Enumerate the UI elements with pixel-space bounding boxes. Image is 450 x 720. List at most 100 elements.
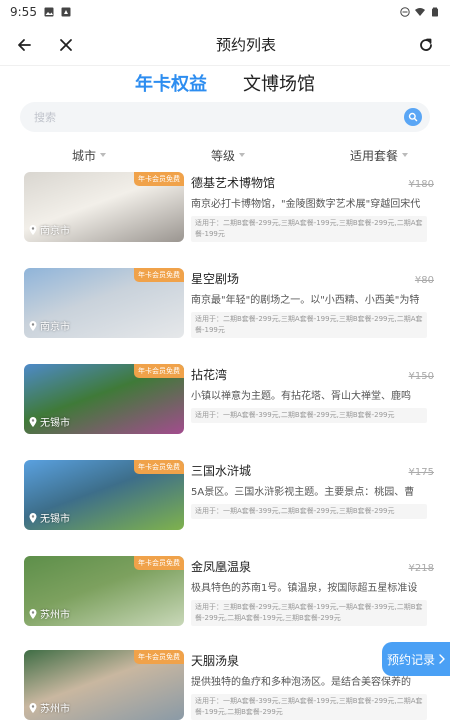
app-notification-icon bbox=[61, 7, 71, 17]
venue-image: 年卡会员免费 南京市 bbox=[24, 172, 184, 242]
list-item[interactable]: 年卡会员免费 苏州市 天胭汤泉 提供独特的鱼疗和多种泡汤区。是结合美容保养的 适… bbox=[24, 650, 434, 720]
original-price: ¥218 bbox=[408, 563, 434, 574]
location-pin-icon bbox=[29, 512, 37, 523]
member-free-badge: 年卡会员免费 bbox=[134, 460, 184, 474]
venue-description: 南京必打卡博物馆，"金陵图数字艺术展"穿越回宋代 bbox=[191, 199, 421, 210]
search-input[interactable]: 搜索 bbox=[20, 102, 430, 132]
venue-image: 年卡会员免费 南京市 bbox=[24, 268, 184, 338]
venue-image: 年卡会员免费 无锡市 bbox=[24, 460, 184, 530]
location-pin-icon bbox=[29, 320, 37, 331]
filter-city[interactable]: 城市 bbox=[72, 147, 107, 164]
venue-info: 金凤凰温泉 ¥218 极具特色的苏南1号。镇温泉，按国际超五星标准设 适用于：三… bbox=[191, 558, 434, 626]
venue-name: 拈花湾 bbox=[191, 368, 228, 382]
name-row: 金凤凰温泉 ¥218 bbox=[191, 558, 434, 575]
close-icon bbox=[60, 38, 72, 51]
list-item[interactable]: 年卡会员免费 南京市 星空剧场 ¥80 南京最"年轻"的剧场之一。以"小西精、小… bbox=[24, 268, 434, 338]
member-free-badge: 年卡会员免费 bbox=[134, 556, 184, 570]
wifi-icon bbox=[415, 8, 425, 16]
search-icon bbox=[408, 112, 418, 122]
applicable-packages: 适用于：一期A套餐-399元,二期B套餐-299元,三期B套餐-299元 bbox=[191, 504, 427, 519]
status-bar: 9:55 bbox=[0, 0, 450, 24]
applicable-packages: 适用于：二期B套餐-299元,三期A套餐-199元,三期B套餐-299元,二期A… bbox=[191, 216, 427, 242]
original-price: ¥175 bbox=[408, 467, 434, 478]
member-free-badge: 年卡会员免费 bbox=[134, 268, 184, 282]
page-title: 预约列表 bbox=[215, 36, 276, 54]
name-row: 三国水浒城 ¥175 bbox=[191, 462, 434, 479]
applicable-packages: 适用于：一期A套餐-399元,三期A套餐-199元,三期B套餐-299元,二期A… bbox=[191, 694, 427, 720]
venue-info: 星空剧场 ¥80 南京最"年轻"的剧场之一。以"小西精、小西美"为特 适用于：二… bbox=[191, 270, 434, 338]
status-right bbox=[400, 7, 440, 17]
member-free-badge: 年卡会员免费 bbox=[134, 650, 184, 664]
refresh-icon bbox=[420, 38, 432, 51]
nav-bar: 预约列表 bbox=[0, 24, 450, 66]
applicable-packages: 适用于：二期B套餐-299元,三期A套餐-199元,三期B套餐-299元,二期A… bbox=[191, 312, 427, 338]
original-price: ¥180 bbox=[408, 179, 434, 190]
city-label: 无锡市 bbox=[29, 414, 70, 429]
filter-city-label: 城市 bbox=[72, 148, 97, 163]
booking-records-label: 预约记录 bbox=[386, 652, 435, 667]
venue-name: 星空剧场 bbox=[191, 272, 240, 286]
city-label: 无锡市 bbox=[29, 510, 70, 525]
member-free-badge: 年卡会员免费 bbox=[134, 172, 184, 186]
list-item[interactable]: 年卡会员免费 无锡市 三国水浒城 ¥175 5A景区。三国水浒影视主题。主要景点… bbox=[24, 460, 434, 530]
venue-name: 德基艺术博物馆 bbox=[191, 176, 276, 190]
location-pin-icon bbox=[29, 224, 37, 235]
chevron-right-icon bbox=[439, 654, 445, 664]
venue-info: 三国水浒城 ¥175 5A景区。三国水浒影视主题。主要景点：桃园、曹 适用于：一… bbox=[191, 462, 434, 519]
battery-icon bbox=[432, 7, 438, 17]
city-name: 无锡市 bbox=[40, 418, 70, 429]
tab-annual-card[interactable]: 年卡权益 bbox=[135, 70, 207, 96]
city-name: 南京市 bbox=[40, 226, 70, 237]
search-button[interactable] bbox=[404, 108, 422, 126]
venue-info: 德基艺术博物馆 ¥180 南京必打卡博物馆，"金陵图数字艺术展"穿越回宋代 适用… bbox=[191, 174, 434, 242]
venue-description: 极具特色的苏南1号。镇温泉，按国际超五星标准设 bbox=[191, 583, 418, 594]
image-notification-icon bbox=[44, 7, 54, 17]
location-pin-icon bbox=[29, 608, 37, 619]
category-tabs: 年卡权益 文博场馆 bbox=[0, 68, 450, 98]
venue-name: 天胭汤泉 bbox=[191, 654, 240, 668]
booking-records-button[interactable]: 预约记录 bbox=[382, 642, 450, 676]
do-not-disturb-icon bbox=[400, 7, 410, 17]
applicable-packages: 适用于：一期A套餐-399元,二期B套餐-299元,三期B套餐-299元 bbox=[191, 408, 427, 423]
nav-left bbox=[12, 33, 78, 57]
city-label: 苏州市 bbox=[29, 606, 70, 621]
tab-museums[interactable]: 文博场馆 bbox=[243, 70, 315, 96]
name-row: 拈花湾 ¥150 bbox=[191, 366, 434, 383]
member-free-badge: 年卡会员免费 bbox=[134, 364, 184, 378]
name-row: 德基艺术博物馆 ¥180 bbox=[191, 174, 434, 191]
city-label: 苏州市 bbox=[29, 700, 70, 715]
list-item[interactable]: 年卡会员免费 无锡市 拈花湾 ¥150 小镇以禅意为主题。有拈花塔、胥山大禅堂、… bbox=[24, 364, 434, 434]
back-button[interactable] bbox=[12, 33, 36, 57]
status-left: 9:55 bbox=[10, 5, 71, 19]
filter-package-label: 适用套餐 bbox=[349, 148, 398, 163]
city-name: 无锡市 bbox=[40, 514, 70, 525]
name-row: 星空剧场 ¥80 bbox=[191, 270, 434, 287]
refresh-button[interactable] bbox=[414, 33, 438, 57]
venue-image: 年卡会员免费 苏州市 bbox=[24, 556, 184, 626]
location-pin-icon bbox=[29, 416, 37, 427]
city-name: 南京市 bbox=[40, 322, 70, 333]
venue-name: 三国水浒城 bbox=[191, 464, 252, 478]
venue-info: 拈花湾 ¥150 小镇以禅意为主题。有拈花塔、胥山大禅堂、鹿鸣 适用于：一期A套… bbox=[191, 366, 434, 423]
filter-level-label: 等级 bbox=[210, 148, 235, 163]
chevron-down-icon bbox=[239, 153, 245, 157]
chevron-down-icon bbox=[100, 153, 107, 157]
venue-image: 年卡会员免费 苏州市 bbox=[24, 650, 184, 720]
city-label: 南京市 bbox=[29, 318, 70, 333]
chevron-down-icon bbox=[401, 153, 408, 157]
filter-bar: 城市 等级 适用套餐 bbox=[0, 142, 450, 168]
city-name: 苏州市 bbox=[40, 704, 70, 715]
list-item[interactable]: 年卡会员免费 苏州市 金凤凰温泉 ¥218 极具特色的苏南1号。镇温泉，按国际超… bbox=[24, 556, 434, 626]
location-pin-icon bbox=[29, 702, 37, 713]
list-item[interactable]: 年卡会员免费 南京市 德基艺术博物馆 ¥180 南京必打卡博物馆，"金陵图数字艺… bbox=[24, 172, 434, 242]
filter-level[interactable]: 等级 bbox=[211, 147, 245, 164]
venue-description: 5A景区。三国水浒影视主题。主要景点：桃园、曹 bbox=[191, 487, 415, 498]
original-price: ¥150 bbox=[408, 371, 434, 382]
close-button[interactable] bbox=[54, 33, 78, 57]
status-time: 9:55 bbox=[10, 5, 37, 19]
original-price: ¥80 bbox=[414, 275, 434, 286]
venue-description: 小镇以禅意为主题。有拈花塔、胥山大禅堂、鹿鸣 bbox=[191, 391, 411, 402]
filter-package[interactable]: 适用套餐 bbox=[350, 147, 408, 164]
search-placeholder: 搜索 bbox=[34, 111, 56, 124]
venue-image: 年卡会员免费 无锡市 bbox=[24, 364, 184, 434]
